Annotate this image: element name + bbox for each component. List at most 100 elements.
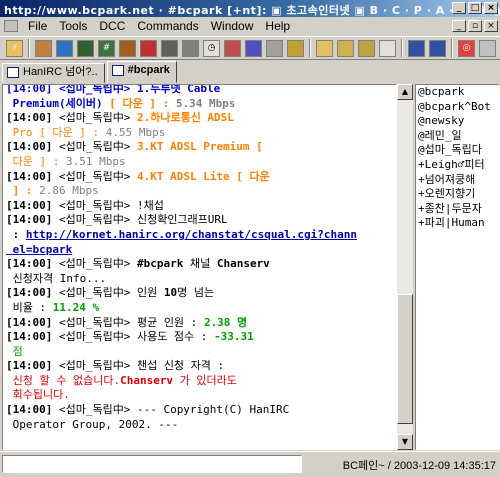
notes-icon[interactable] xyxy=(337,39,354,57)
chat-segment: <섭마_독립中> 인원 xyxy=(58,286,164,300)
dcc-icon[interactable] xyxy=(119,39,136,57)
arrange-icon[interactable] xyxy=(429,39,446,57)
maximize-icon[interactable]: □ xyxy=(468,2,482,14)
nick-item[interactable]: +파괴|Human xyxy=(418,216,499,231)
chat-segment: [14:00] xyxy=(6,257,59,271)
scroll-up-icon[interactable]: ▲ xyxy=(397,84,413,100)
chat-segment: 5.34 Mbps xyxy=(175,96,236,110)
mdi-minimize-icon[interactable]: _ xyxy=(452,20,466,32)
chat-segment: [14:00] xyxy=(6,359,59,373)
mdi-close-icon[interactable]: × xyxy=(484,20,498,32)
chat-line: [14:00] <섭마_독립中> --- Copyright(C) HanIRC xyxy=(6,403,380,418)
nick-item[interactable]: @레민_일 xyxy=(418,129,499,144)
channels-icon[interactable]: # xyxy=(98,39,115,57)
nick-item[interactable]: +종찬|두문자 xyxy=(418,202,499,217)
minimize-icon[interactable]: _ xyxy=(452,2,466,14)
menu-help[interactable]: Help xyxy=(259,19,296,33)
nick-item[interactable]: @newsky xyxy=(418,114,499,129)
chat-line: Operator Group, 2002. --- xyxy=(6,418,380,433)
chat-segment: 2.86 Mbps xyxy=(39,184,99,198)
chat-link[interactable]: el=bcpark xyxy=(6,243,73,256)
address-book-icon[interactable] xyxy=(77,39,94,57)
remote-icon[interactable] xyxy=(245,39,262,57)
chat-segment: : xyxy=(6,227,26,241)
chat-segment: 비율 : xyxy=(6,300,53,314)
connect-icon[interactable]: ⚡ xyxy=(6,39,23,57)
menu-commands[interactable]: Commands xyxy=(131,19,204,33)
timer-icon[interactable]: ◷ xyxy=(203,39,220,57)
list-icon[interactable] xyxy=(358,39,375,57)
nick-item[interactable]: @섭마_독립다 xyxy=(418,143,499,158)
chat-scrollbar[interactable]: ▲ ▼ xyxy=(397,84,413,450)
url-icon[interactable] xyxy=(182,39,199,57)
chat-log[interactable]: [14:00] <섭마_독립中> 1.두루넷 Cable Premium(세이버… xyxy=(2,84,397,450)
menu-dcc[interactable]: DCC xyxy=(93,19,131,33)
colors-icon[interactable] xyxy=(224,39,241,57)
menu-window[interactable]: Window xyxy=(205,19,260,33)
chat-segment: 명 넘는 xyxy=(177,286,215,300)
chat-link[interactable]: http://kornet.hanirc.org/chanstat/csqual… xyxy=(26,228,357,241)
chat-segment: 신청자격 Info... xyxy=(6,271,107,285)
chat-segment: [14:00] <섭마_독립中> xyxy=(6,84,137,95)
chat-line: 비율 : 11.24 % xyxy=(6,301,380,316)
chat-segment: [14:00] xyxy=(6,403,59,417)
chat-segment: -33.31 xyxy=(214,330,254,344)
help-icon[interactable]: ◎ xyxy=(458,39,475,57)
chat-input[interactable] xyxy=(2,455,302,473)
chat-segment: #bcpark xyxy=(136,257,184,271)
chat-segment: 점 xyxy=(6,344,23,358)
chat-segment: 회수됩니다. xyxy=(6,388,70,402)
chat-segment: Chanserv xyxy=(216,257,270,271)
chat-segment: 3.KT ADSL Premium [ xyxy=(136,140,263,154)
log-icon[interactable] xyxy=(287,39,304,57)
chat-segment: <섭마_독립中> xyxy=(58,257,137,271)
tab-label: #bcpark xyxy=(127,64,170,76)
chat-segment: 10 xyxy=(163,286,178,300)
status-text: BC페인~ / 2003-12-09 14:35:17 xyxy=(342,460,496,472)
tile-icon[interactable] xyxy=(379,39,396,57)
chat-segment: Chanserv xyxy=(120,373,174,387)
folder-icon[interactable] xyxy=(35,39,52,57)
chat-segment: <섭마_독립中> xyxy=(58,169,137,183)
cascade-icon[interactable] xyxy=(408,39,425,57)
nick-item[interactable]: +Leigh♂피터 xyxy=(418,158,499,173)
nick-item[interactable]: @bcpark xyxy=(418,85,499,100)
chat-line: [14:00] <섭마_독립中> 3.KT ADSL Premium [ xyxy=(6,140,380,155)
scroll-thumb[interactable] xyxy=(397,294,413,424)
close-icon[interactable]: × xyxy=(484,2,498,14)
chat-line: 점 xyxy=(6,345,380,360)
nick-item[interactable]: +오렌지향기 xyxy=(418,187,499,202)
options-icon[interactable] xyxy=(56,39,73,57)
chat-segment: 3.51 Mbps xyxy=(65,154,126,168)
chat-segment: <섭마_독립中> xyxy=(58,111,137,125)
tab-label: HanIRC 넘어?.. xyxy=(23,66,98,78)
chat-segment: [ 다운 ] : xyxy=(109,96,176,110)
chat-segment: <섭마_독립中> xyxy=(58,140,137,154)
chat-segment: 신청 할 수 없습니다. xyxy=(6,373,121,387)
nick-item[interactable]: @bcpark^Bot xyxy=(418,100,499,115)
chat-line: [14:00] <섭마_독립中> 신청확인그래프URL xyxy=(6,213,380,228)
alarm-icon[interactable] xyxy=(140,39,157,57)
nick-item[interactable]: +넘어져쿵해 xyxy=(418,173,499,188)
tab-bcpark[interactable]: #bcpark xyxy=(106,61,177,83)
scroll-down-icon[interactable]: ▼ xyxy=(397,434,413,450)
chat-line: [14:00] <섭마_독립中> 챈섭 신청 자격 : xyxy=(6,359,380,374)
mdi-restore-icon[interactable]: ▫ xyxy=(468,20,482,32)
title-bar: http://www.bcpark.net · #bcpark [+nt]: ▣… xyxy=(0,0,500,17)
scripts-icon[interactable] xyxy=(161,39,178,57)
about-icon[interactable] xyxy=(479,39,496,57)
nick-list[interactable]: @bcpark @bcpark^Bot @newsky @레민_일 @섭마_독립다 +Le… xyxy=(415,84,500,450)
menu-file[interactable]: File xyxy=(22,19,53,33)
tab-status[interactable]: HanIRC 넘어?.. xyxy=(2,63,105,83)
chat-line: el=bcpark xyxy=(6,243,380,258)
chat-segment: <섭마_독립中> !채섭 xyxy=(58,198,164,212)
status-window-icon xyxy=(7,67,19,78)
notify-icon[interactable] xyxy=(266,39,283,57)
chat-segment: [14:00] xyxy=(6,213,59,227)
app-menu-icon[interactable] xyxy=(4,20,18,32)
chat-line: 신청 할 수 없습니다.Chanserv 가 있더라도 xyxy=(6,374,380,389)
menu-tools[interactable]: Tools xyxy=(53,19,93,33)
window-tabs: HanIRC 넘어?.. #bcpark xyxy=(0,61,500,83)
chat-segment: Operator Group, 2002. --- xyxy=(6,417,179,431)
bookmark-icon[interactable] xyxy=(316,39,333,57)
